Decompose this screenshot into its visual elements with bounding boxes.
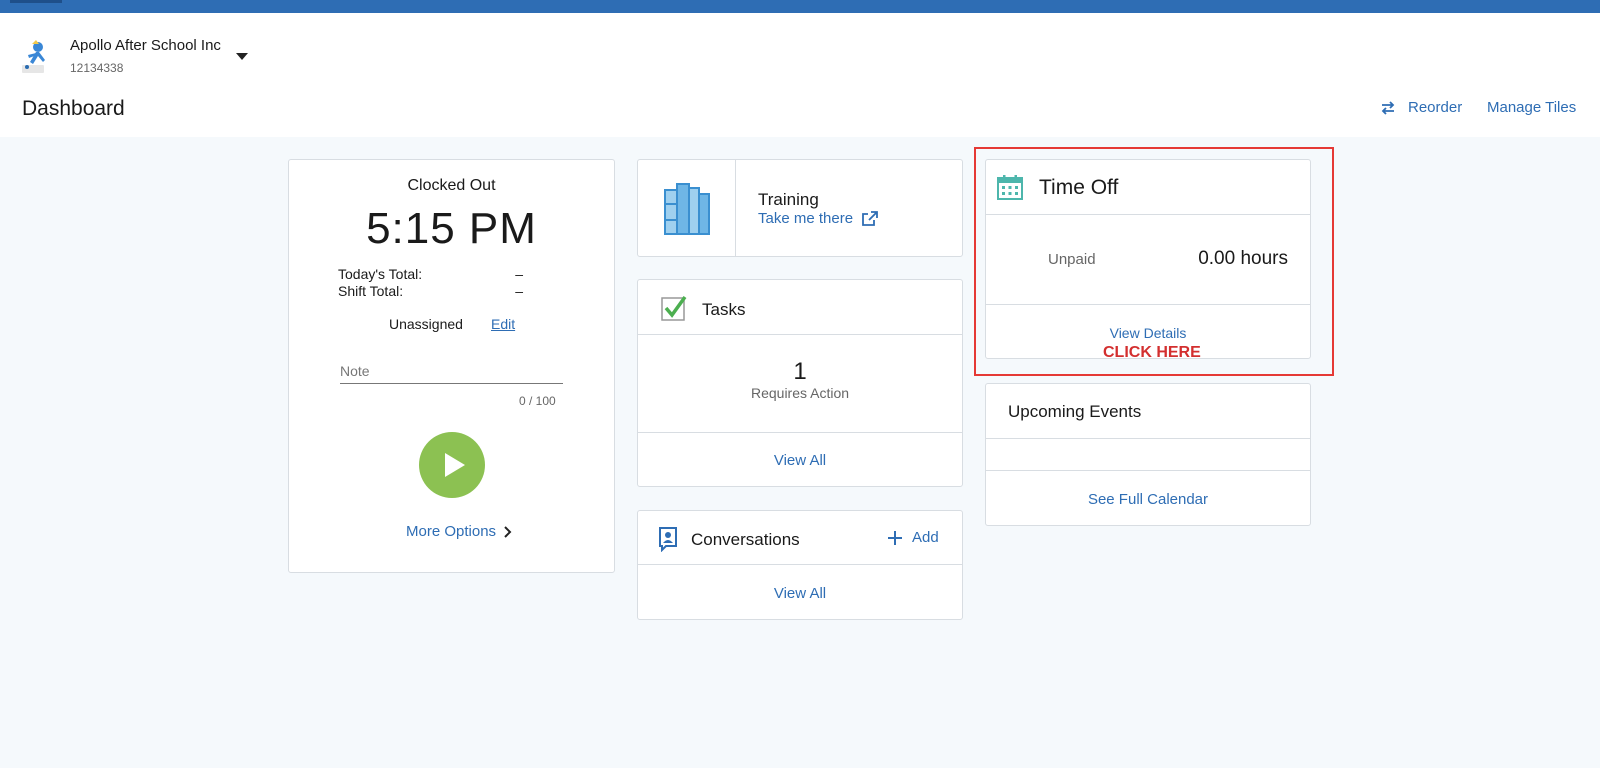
todays-total-label: Today's Total:: [338, 266, 423, 282]
swap-arrows-icon: [1381, 100, 1395, 115]
shift-total-row: Shift Total: –: [338, 283, 523, 299]
clock-card: Clocked Out 5:15 PM Today's Total: – Shi…: [288, 159, 615, 573]
tasks-count: 1: [793, 358, 807, 385]
more-options-link[interactable]: More Options: [406, 523, 512, 540]
header: Apollo After School Inc 12134338 Dashboa…: [0, 13, 1600, 137]
training-title: Training: [758, 190, 819, 209]
add-conversation-button[interactable]: Add: [888, 529, 939, 546]
books-icon: [664, 183, 710, 235]
more-options-label: More Options: [406, 523, 497, 540]
company-logo-icon: [22, 40, 45, 73]
calendar-icon: [997, 175, 1023, 200]
tasks-title: Tasks: [702, 300, 746, 319]
upcoming-events-title: Upcoming Events: [1008, 402, 1142, 421]
events-divider-top: [986, 438, 1310, 439]
top-bar-tab[interactable]: [10, 0, 62, 3]
reorder-button[interactable]: Reorder: [1380, 99, 1462, 116]
click-here-annotation: CLICK HERE: [1103, 344, 1201, 361]
time-off-divider: [986, 304, 1310, 305]
conversations-header: Conversations Add: [638, 511, 962, 565]
upcoming-events-card: Upcoming Events See Full Calendar: [985, 383, 1311, 526]
time-off-title: Time Off: [1039, 176, 1119, 199]
company-id: 12134338: [70, 61, 124, 75]
clock-time: 5:15 PM: [366, 204, 537, 253]
tasks-card: Tasks 1 Requires Action View All: [637, 279, 963, 487]
note-character-count: 0 / 100: [519, 394, 556, 408]
training-icon-box: [638, 160, 736, 256]
todays-total-value: –: [515, 266, 523, 282]
shift-total-value: –: [515, 283, 523, 299]
time-off-hours: 0.00 hours: [1198, 248, 1288, 269]
conversations-title: Conversations: [691, 530, 800, 549]
conversation-person-icon: [659, 527, 677, 552]
tasks-header: Tasks: [638, 280, 962, 335]
company-name[interactable]: Apollo After School Inc: [70, 37, 221, 54]
edit-assignment-link[interactable]: Edit: [491, 316, 515, 332]
tasks-view-all-link[interactable]: View All: [638, 452, 962, 469]
training-card[interactable]: Training Take me there: [637, 159, 963, 257]
reorder-label: Reorder: [1408, 99, 1463, 116]
time-off-card: Time Off Unpaid 0.00 hours View Details: [985, 159, 1311, 359]
take-me-there-label: Take me there: [758, 210, 854, 227]
conversations-view-all-link[interactable]: View All: [638, 585, 962, 602]
chevron-right-icon: [504, 525, 512, 538]
tasks-count-label: Requires Action: [750, 385, 850, 401]
time-off-type-label: Unpaid: [1048, 251, 1096, 268]
assignment-label: Unassigned: [389, 316, 463, 332]
tasks-divider: [638, 432, 962, 433]
take-me-there-link[interactable]: Take me there: [758, 210, 879, 227]
see-full-calendar-link[interactable]: See Full Calendar: [986, 491, 1310, 508]
note-input[interactable]: [340, 358, 563, 384]
clock-status: Clocked Out: [407, 177, 496, 194]
add-label: Add: [912, 529, 939, 546]
external-link-icon: [862, 210, 878, 226]
manage-tiles-link[interactable]: Manage Tiles: [1487, 99, 1576, 116]
time-off-header: Time Off: [986, 160, 1310, 215]
plus-icon: [888, 530, 902, 545]
view-details-link[interactable]: View Details: [986, 325, 1310, 341]
todays-total-row: Today's Total: –: [338, 266, 523, 282]
conversations-card: Conversations Add View All: [637, 510, 963, 620]
shift-total-label: Shift Total:: [338, 283, 404, 299]
top-bar: [0, 0, 1600, 13]
page-title: Dashboard: [22, 97, 125, 120]
clock-in-play-button[interactable]: [419, 432, 485, 498]
events-divider-bottom: [986, 470, 1310, 471]
checkbox-check-icon: [661, 295, 687, 321]
company-dropdown-icon[interactable]: [236, 53, 248, 60]
